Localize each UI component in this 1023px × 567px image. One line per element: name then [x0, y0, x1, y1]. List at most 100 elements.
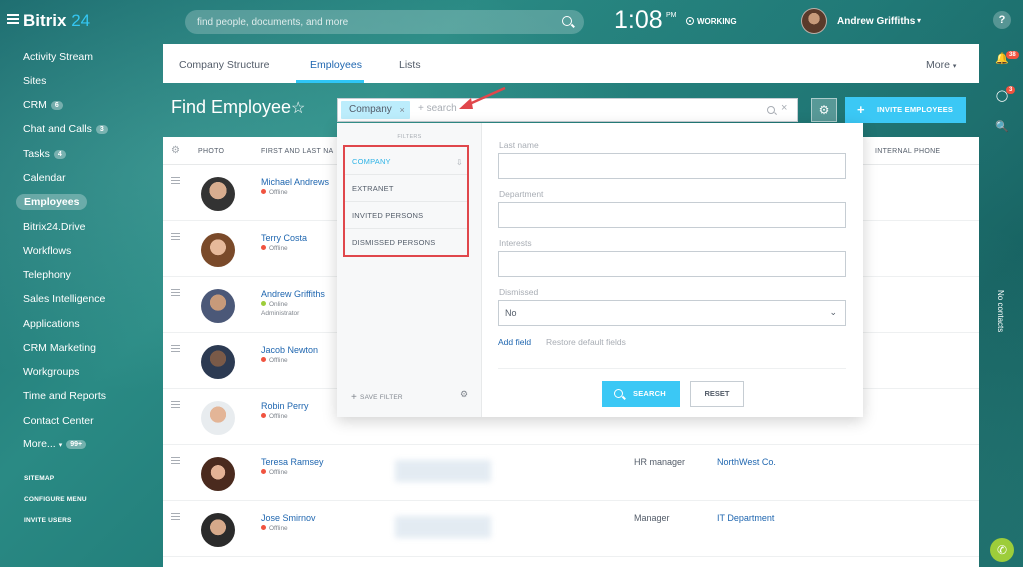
sidebar-item-activity-stream[interactable]: Activity Stream — [23, 51, 93, 63]
employee-name[interactable]: Andrew Griffiths — [261, 289, 325, 299]
drag-handle-icon[interactable] — [171, 457, 180, 464]
preset-company[interactable]: COMPANY — [352, 157, 391, 166]
search-icon[interactable]: 🔍 — [993, 118, 1011, 136]
column-header-internal-phone[interactable]: INTERNAL PHONE — [875, 148, 940, 155]
save-filter-button[interactable]: + SAVE FILTER — [351, 391, 403, 403]
sitemap-link[interactable]: SITEMAP — [24, 475, 54, 482]
employee-name[interactable]: Jose Smirnov — [261, 513, 316, 523]
drag-handle-icon[interactable] — [171, 513, 180, 520]
chevron-down-icon: ▾ — [58, 442, 63, 449]
settings-gear-button[interactable]: ⚙ — [811, 98, 837, 122]
table-row[interactable]: Teresa Ramsey Offline HR manager NorthWe… — [163, 445, 979, 501]
filter-chip-company[interactable]: Company × — [341, 101, 410, 119]
avatar — [201, 401, 235, 435]
drag-handle-icon[interactable] — [171, 177, 180, 184]
tabs-more-button[interactable]: More ▾ — [926, 59, 956, 71]
pin-icon[interactable]: ⇩ — [456, 158, 463, 167]
sidebar-item-crm[interactable]: CRM 6 — [23, 99, 63, 111]
blurred-cell — [395, 460, 491, 482]
department-field[interactable] — [498, 202, 846, 228]
employee-department[interactable]: IT Department — [717, 513, 774, 523]
dismissed-select[interactable]: No ⌄ — [498, 300, 846, 326]
sidebar-item-applications[interactable]: Applications — [23, 318, 80, 330]
sidebar-item-workgroups[interactable]: Workgroups — [23, 366, 79, 378]
preset-invited-persons[interactable]: INVITED PERSONS — [352, 211, 423, 220]
app-logo[interactable]: Bitrix 24 — [23, 11, 90, 31]
gear-icon[interactable]: ⚙ — [171, 145, 180, 156]
add-field-link[interactable]: Add field — [498, 337, 531, 347]
menu-icon[interactable] — [7, 14, 19, 24]
avatar — [201, 457, 235, 491]
gear-icon[interactable]: ⚙ — [460, 389, 468, 400]
field-label-department: Department — [499, 189, 544, 199]
search-button[interactable]: SEARCH — [602, 381, 680, 407]
sidebar-item-tasks[interactable]: Tasks 4 — [23, 148, 66, 160]
sidebar-count-badge: 99+ — [66, 440, 87, 449]
global-search-input[interactable] — [197, 14, 547, 30]
invite-users-link[interactable]: INVITE USERS — [24, 517, 72, 524]
sidebar-item-employees[interactable]: Employees — [16, 194, 88, 210]
drag-handle-icon[interactable] — [171, 289, 180, 296]
phone-icon[interactable]: ✆ — [990, 538, 1014, 562]
avatar — [201, 233, 235, 267]
top-bar: Bitrix 24 1:08 PM WORKING Andrew Griffit… — [0, 0, 1023, 44]
tab-company-structure[interactable]: Company Structure — [179, 59, 269, 71]
notification-count-badge: 38 — [1006, 51, 1019, 59]
employee-name[interactable]: Teresa Ramsey — [261, 457, 324, 467]
sidebar-item-telephony[interactable]: Telephony — [23, 269, 71, 281]
configure-menu-link[interactable]: CONFIGURE MENU — [24, 496, 87, 503]
column-header-name[interactable]: FIRST AND LAST NA — [261, 148, 334, 155]
search-icon[interactable] — [562, 16, 572, 26]
interests-field[interactable] — [498, 251, 846, 277]
sidebar-item-calendar[interactable]: Calendar — [23, 172, 66, 184]
user-avatar[interactable] — [801, 8, 827, 34]
sidebar-item-sales-intelligence[interactable]: Sales Intelligence — [23, 293, 105, 305]
sidebar-item-sites[interactable]: Sites — [23, 75, 46, 87]
right-rail: ? 🔔 ◯ 🔍 — [983, 0, 1023, 567]
employee-name[interactable]: Terry Costa — [261, 233, 307, 243]
divider — [345, 201, 467, 202]
search-icon[interactable] — [767, 106, 775, 114]
field-label-dismissed: Dismissed — [499, 287, 539, 297]
sidebar-item-chat-and-calls[interactable]: Chat and Calls 3 — [23, 123, 108, 135]
employee-title: Manager — [634, 513, 670, 523]
tab-employees[interactable]: Employees — [310, 59, 362, 71]
employee-department[interactable]: NorthWest Co. — [717, 457, 776, 467]
sidebar-item-contact-center[interactable]: Contact Center — [23, 415, 94, 427]
tab-lists[interactable]: Lists — [399, 59, 421, 71]
active-tab-indicator — [296, 80, 364, 83]
sidebar-item-more[interactable]: More... ▾ 99+ — [23, 438, 87, 450]
employee-name[interactable]: Robin Perry — [261, 401, 309, 411]
close-icon[interactable]: × — [400, 101, 405, 119]
employee-status: Offline — [261, 357, 288, 364]
star-icon[interactable]: ☆ — [291, 98, 305, 118]
employee-title: HR manager — [634, 457, 686, 467]
preset-dismissed-persons[interactable]: DISMISSED PERSONS — [352, 238, 435, 247]
sidebar-item-crm-marketing[interactable]: CRM Marketing — [23, 342, 96, 354]
chevron-down-icon: ⌄ — [829, 307, 837, 317]
global-search[interactable] — [185, 10, 584, 34]
avatar — [201, 177, 235, 211]
sidebar-item-drive[interactable]: Bitrix24.Drive — [23, 221, 85, 233]
last-name-field[interactable] — [498, 153, 846, 179]
work-status[interactable]: WORKING — [686, 16, 737, 26]
close-icon[interactable]: × — [781, 102, 787, 114]
restore-default-fields-link[interactable]: Restore default fields — [546, 337, 626, 347]
employee-name[interactable]: Michael Andrews — [261, 177, 329, 187]
table-row[interactable]: Jose Smirnov Offline Manager IT Departme… — [163, 501, 979, 557]
help-icon[interactable]: ? — [993, 11, 1011, 29]
drag-handle-icon[interactable] — [171, 233, 180, 240]
invite-employees-button[interactable]: + INVITE EMPLOYEES — [845, 97, 966, 123]
preset-extranet[interactable]: EXTRANET — [352, 184, 394, 193]
drag-handle-icon[interactable] — [171, 345, 180, 352]
filter-search-bar[interactable]: Company× × — [337, 98, 798, 122]
page-title: Find Employee — [171, 97, 292, 117]
column-header-photo[interactable]: PHOTO — [198, 148, 224, 155]
reset-button[interactable]: RESET — [690, 381, 744, 407]
sidebar-item-time-and-reports[interactable]: Time and Reports — [23, 390, 106, 402]
chevron-down-icon[interactable]: ▾ — [917, 16, 921, 25]
drag-handle-icon[interactable] — [171, 401, 180, 408]
user-name[interactable]: Andrew Griffiths — [837, 16, 915, 27]
sidebar-item-workflows[interactable]: Workflows — [23, 245, 71, 257]
employee-name[interactable]: Jacob Newton — [261, 345, 318, 355]
